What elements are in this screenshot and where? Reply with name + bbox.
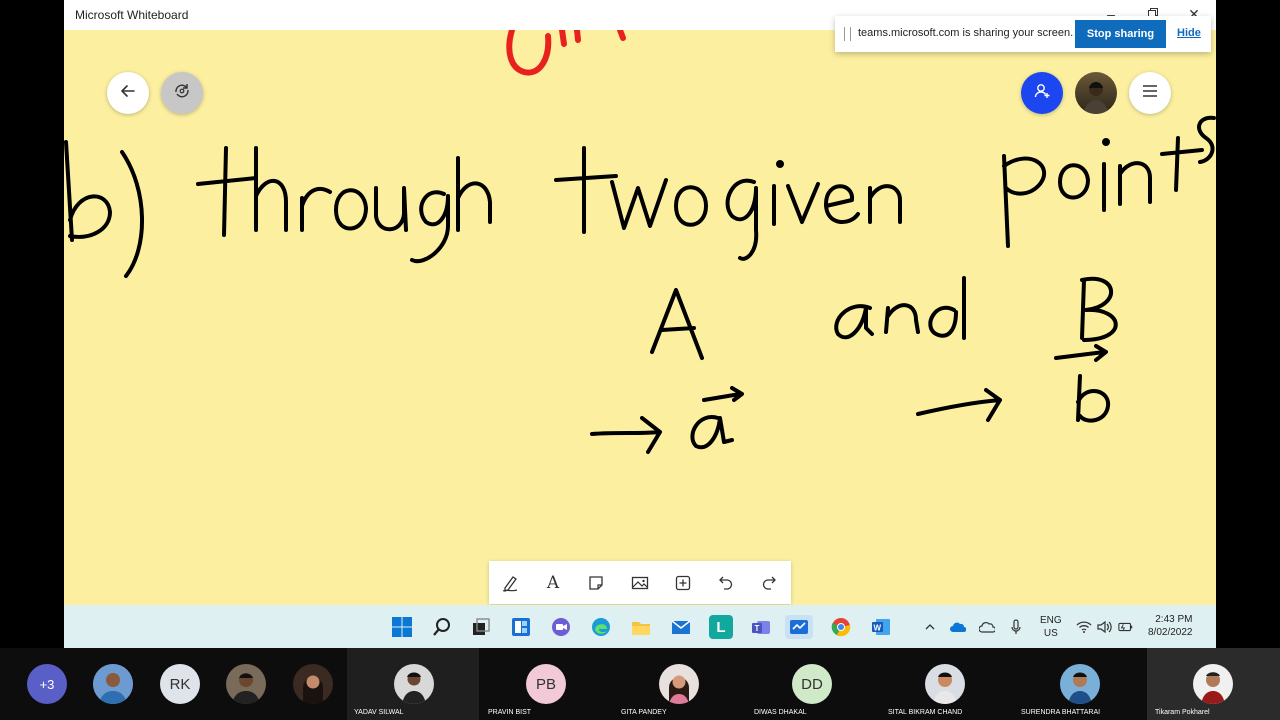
- participant-avatar: [1060, 664, 1100, 704]
- lang-line1: ENG: [1040, 615, 1062, 626]
- teams-icon[interactable]: T: [749, 615, 773, 639]
- rotate-view-icon: [173, 82, 191, 105]
- whiteboard-icon[interactable]: [785, 615, 813, 639]
- participant-name: YADAV SILWAL: [354, 709, 404, 716]
- invite-button[interactable]: [1021, 72, 1063, 114]
- participant-avatar: [925, 664, 965, 704]
- l-app-icon[interactable]: L: [709, 615, 733, 639]
- windows-start-icon[interactable]: [390, 615, 414, 639]
- text-icon[interactable]: A: [541, 571, 565, 595]
- participant-initials: DD: [792, 664, 832, 704]
- chrome-icon[interactable]: [829, 615, 853, 639]
- wifi-icon[interactable]: [1076, 619, 1092, 635]
- participant-avatar[interactable]: [226, 664, 266, 704]
- participant-tile[interactable]: PB PRAVIN BIST: [480, 648, 612, 720]
- edge-icon[interactable]: [589, 615, 613, 639]
- participant-name: Tikaram Pokharel: [1155, 709, 1210, 716]
- image-icon[interactable]: [628, 571, 652, 595]
- word-icon[interactable]: W: [869, 615, 893, 639]
- participant-avatar[interactable]: [93, 664, 133, 704]
- add-person-icon: [1033, 82, 1051, 105]
- participant-avatar: [1193, 664, 1233, 704]
- participant-tile[interactable]: SITAL BIKRAM CHAND: [879, 648, 1011, 720]
- sticky-note-icon[interactable]: [584, 571, 608, 595]
- battery-icon[interactable]: [1118, 619, 1134, 635]
- participant-name: GITA PANDEY: [621, 709, 667, 716]
- mail-icon[interactable]: [669, 615, 693, 639]
- participant-tile[interactable]: GITA PANDEY: [613, 648, 745, 720]
- participant-initials-rk[interactable]: RK: [160, 664, 200, 704]
- participant-name: PRAVIN BIST: [488, 709, 532, 716]
- handwriting-line-3: [590, 344, 1111, 454]
- handwriting-line-1: [64, 115, 1216, 278]
- whiteboard-toolbar: A: [489, 561, 791, 604]
- participant-tile[interactable]: SURENDRA BHATTARAI: [1012, 648, 1146, 720]
- main-menu-button[interactable]: [1129, 72, 1171, 114]
- back-button[interactable]: [107, 72, 149, 114]
- hamburger-menu-icon: [1142, 84, 1158, 102]
- participant-tile[interactable]: DD DIWAS DHAKAL: [746, 648, 878, 720]
- redo-icon[interactable]: [757, 571, 781, 595]
- svg-text:T: T: [755, 624, 760, 633]
- stop-sharing-button[interactable]: Stop sharing: [1075, 20, 1166, 48]
- participant-avatar[interactable]: [293, 664, 333, 704]
- rotate-view-button[interactable]: [161, 72, 203, 114]
- lang-line2: US: [1043, 628, 1058, 639]
- undo-icon[interactable]: [714, 571, 738, 595]
- svg-text:W: W: [874, 624, 882, 633]
- volume-icon[interactable]: [1096, 619, 1112, 635]
- participant-avatar: [394, 664, 434, 704]
- widgets-icon[interactable]: [509, 615, 533, 639]
- back-arrow-icon: [119, 82, 137, 105]
- participant-initials: PB: [526, 664, 566, 704]
- participant-name: SITAL BIKRAM CHAND: [888, 709, 963, 716]
- windows-taskbar: L T W ENG US 2:43 PM 8/02/2022: [64, 605, 1216, 648]
- chat-icon[interactable]: [549, 615, 573, 639]
- drag-grip-icon[interactable]: [844, 27, 851, 41]
- file-explorer-icon[interactable]: [629, 615, 653, 639]
- participant-name: DIWAS DHAKAL: [754, 709, 807, 716]
- sharing-status-text: teams.microsoft.com is sharing your scre…: [858, 27, 1074, 39]
- participant-tile[interactable]: YADAV SILWAL: [347, 648, 479, 720]
- hide-link[interactable]: Hide: [1177, 27, 1201, 39]
- overflow-participants-button[interactable]: +3: [27, 664, 67, 704]
- participant-tile[interactable]: Tikaram Pokharel: [1147, 648, 1280, 720]
- language-indicator[interactable]: ENG US: [1040, 614, 1062, 640]
- screen-sharing-bar: teams.microsoft.com is sharing your scre…: [835, 16, 1211, 52]
- task-view-icon[interactable]: [469, 615, 493, 639]
- handwriting-line-2: [650, 276, 1118, 360]
- cloud-icon[interactable]: [979, 619, 995, 635]
- participants-strip: +3 RK YADAV SILWAL PB PRAVIN BIST GITA P…: [0, 648, 1280, 720]
- pen-icon[interactable]: [498, 571, 522, 595]
- user-avatar[interactable]: [1075, 72, 1117, 114]
- whiteboard-canvas[interactable]: [64, 30, 1216, 605]
- onedrive-icon[interactable]: [950, 619, 966, 635]
- clock-time: 2:43 PM: [1155, 614, 1193, 625]
- participant-avatar: [659, 664, 699, 704]
- chevron-up-icon[interactable]: [922, 619, 938, 635]
- microphone-icon[interactable]: [1008, 619, 1024, 635]
- red-ink-strokes: [506, 30, 626, 76]
- search-icon[interactable]: [430, 615, 454, 639]
- clock-date: 8/02/2022: [1148, 627, 1193, 638]
- whiteboard-window: Microsoft Whiteboard – ✕ teams.microsoft…: [64, 0, 1216, 648]
- clock[interactable]: 2:43 PM 8/02/2022: [1148, 613, 1193, 639]
- participant-name: SURENDRA BHATTARAI: [1021, 709, 1101, 716]
- add-icon[interactable]: [671, 571, 695, 595]
- app-title: Microsoft Whiteboard: [75, 8, 189, 22]
